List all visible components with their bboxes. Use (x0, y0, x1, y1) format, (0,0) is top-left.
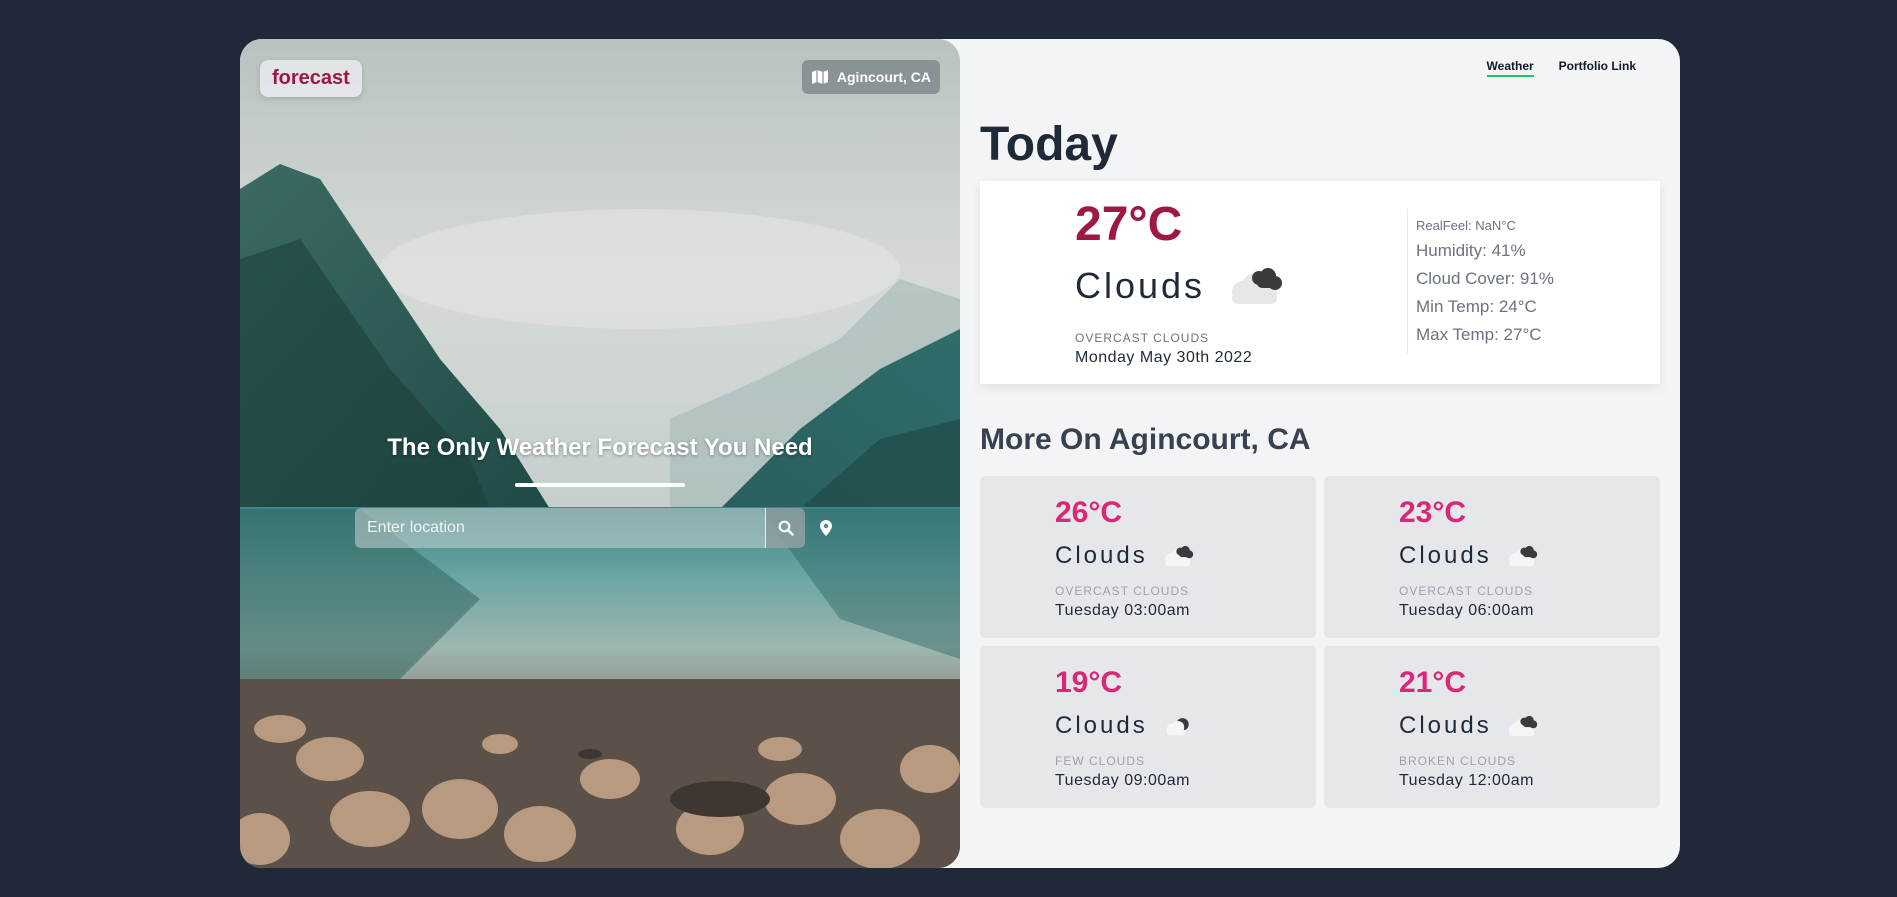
use-current-location-button[interactable] (818, 518, 834, 538)
forecast-time: Tuesday 03:00am (1055, 602, 1190, 619)
forecast-description: FEW CLOUDS (1055, 754, 1146, 768)
max-temp-value: Max Temp: 27°C (1416, 325, 1542, 344)
today-temperature: 27°C (1075, 198, 1183, 251)
today-weather-card: 27°C Clouds OVERCAST CLOUDS Monday May 3… (980, 181, 1660, 384)
search-button[interactable] (765, 508, 805, 548)
today-details: RealFeel: NaN°C Humidity: 41% Cloud Cove… (1416, 218, 1554, 349)
tagline-underline (515, 483, 685, 487)
forecast-time: Tuesday 09:00am (1055, 772, 1190, 789)
forecast-temperature: 21°C (1399, 666, 1467, 699)
today-date: Monday May 30th 2022 (1075, 349, 1253, 366)
more-on-location-heading: More On Agincourt, CA (980, 423, 1311, 456)
forecast-temperature: 19°C (1055, 666, 1123, 699)
forecast-grid: 26°C Clouds OVERCAST CLOUDS Tuesday 03:0… (980, 476, 1660, 808)
today-heading: Today (980, 118, 1118, 171)
today-condition: Clouds (1075, 265, 1287, 307)
location-search-input[interactable] (355, 508, 766, 548)
forecast-card: 19°C Clouds FEW CLOUDS Tuesday 09:00am (980, 646, 1316, 808)
broken-clouds-icon (1508, 545, 1537, 567)
humidity-value: Humidity: 41% (1416, 241, 1526, 260)
forecast-condition-label: Clouds (1055, 542, 1148, 569)
forecast-time: Tuesday 06:00am (1399, 602, 1534, 619)
forecast-condition: Clouds (1399, 542, 1540, 570)
today-condition-label: Clouds (1075, 265, 1206, 306)
forecast-condition: Clouds (1055, 542, 1196, 570)
location-badge-label: Agincourt, CA (836, 69, 931, 85)
forecast-card: 26°C Clouds OVERCAST CLOUDS Tuesday 03:0… (980, 476, 1316, 638)
nav-weather-link[interactable]: Weather (1486, 59, 1534, 77)
min-temp-value: Min Temp: 24°C (1416, 297, 1537, 316)
map-icon (811, 70, 829, 84)
few-clouds-icon (1166, 718, 1189, 736)
content-panel: Weather Portfolio Link Today 27°C Clouds (960, 39, 1680, 868)
forecast-condition-label: Clouds (1399, 542, 1492, 569)
forecast-card: 21°C Clouds BROKEN CLOUDS Tuesday 12:00a… (1324, 646, 1660, 808)
top-nav: Weather Portfolio Link (1486, 59, 1636, 77)
forecast-condition: Clouds (1055, 712, 1196, 740)
today-description: OVERCAST CLOUDS (1075, 331, 1210, 345)
forecast-condition-label: Clouds (1055, 712, 1148, 739)
forecast-temperature: 26°C (1055, 496, 1123, 529)
forecast-description: OVERCAST CLOUDS (1399, 584, 1534, 598)
hero-tagline: The Only Weather Forecast You Need (387, 434, 813, 461)
current-location-badge[interactable]: Agincourt, CA (801, 60, 940, 94)
realfeel-value: RealFeel: NaN°C (1416, 218, 1516, 233)
location-pin-icon (820, 520, 832, 536)
forecast-temperature: 23°C (1399, 496, 1467, 529)
cloud-cover-value: Cloud Cover: 91% (1416, 269, 1554, 288)
app-window: forecast Agincourt, CA The Only Weather … (240, 39, 1680, 868)
card-divider (1407, 209, 1408, 354)
forecast-description: OVERCAST CLOUDS (1055, 584, 1190, 598)
forecast-time: Tuesday 12:00am (1399, 772, 1534, 789)
forecast-condition: Clouds (1399, 712, 1540, 740)
broken-clouds-icon (1508, 715, 1537, 737)
forecast-condition-label: Clouds (1399, 712, 1492, 739)
nav-portfolio-link[interactable]: Portfolio Link (1559, 59, 1636, 77)
hero-panel: forecast Agincourt, CA The Only Weather … (240, 39, 960, 868)
forecast-description: BROKEN CLOUDS (1399, 754, 1517, 768)
app-logo[interactable]: forecast (260, 60, 362, 97)
broken-clouds-icon (1232, 268, 1283, 304)
search-icon (778, 520, 794, 536)
search-bar (355, 508, 805, 548)
forecast-card: 23°C Clouds OVERCAST CLOUDS Tuesday 06:0… (1324, 476, 1660, 638)
broken-clouds-icon (1164, 545, 1193, 567)
